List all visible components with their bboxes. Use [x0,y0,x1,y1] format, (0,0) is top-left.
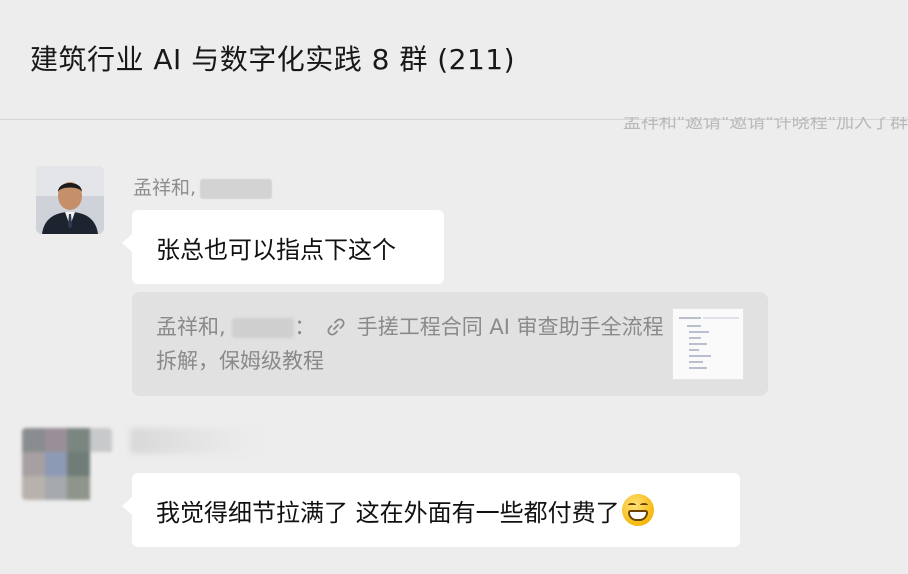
grinning-face-emoji [621,494,654,526]
message-text: 我觉得细节拉满了 这在外面有一些都付费了 [156,498,620,527]
message-bubble[interactable]: 我觉得细节拉满了 这在外面有一些都付费了 [122,473,740,547]
quote-separator: ： [294,315,316,339]
avatar[interactable] [36,166,104,234]
link-thumbnail[interactable] [672,308,744,380]
sender-name: 孟祥和, [133,173,273,200]
quoted-message[interactable]: 孟祥和, ： 手搓工程合同 AI 审查助手全流程拆解，保姆级教程 [132,292,768,396]
person-photo [36,166,104,234]
avatar-blurred[interactable] [22,428,112,500]
system-notice: 孟祥和"邀请"邀请"许晓程"加入了群 [622,112,908,133]
sender-name-blurred [130,428,260,454]
quote-text-block: 孟祥和, ： 手搓工程合同 AI 审查助手全流程拆解，保姆级教程 [156,310,666,378]
redacted-name [232,318,295,338]
redacted-name [200,178,273,199]
chat-header: 建筑行业 AI 与数字化实践 8 群 (211) 孟祥和"邀请"邀请"许晓程"加… [0,0,908,133]
chat-title[interactable]: 建筑行业 AI 与数字化实践 8 群 (211) [30,38,515,78]
quote-sender: 孟祥和, [156,315,226,339]
link-icon [319,315,352,339]
message-bubble[interactable]: 张总也可以指点下这个 [122,210,444,284]
sender-name-text: 孟祥和, [133,177,197,199]
message-text: 张总也可以指点下这个 [156,235,396,264]
